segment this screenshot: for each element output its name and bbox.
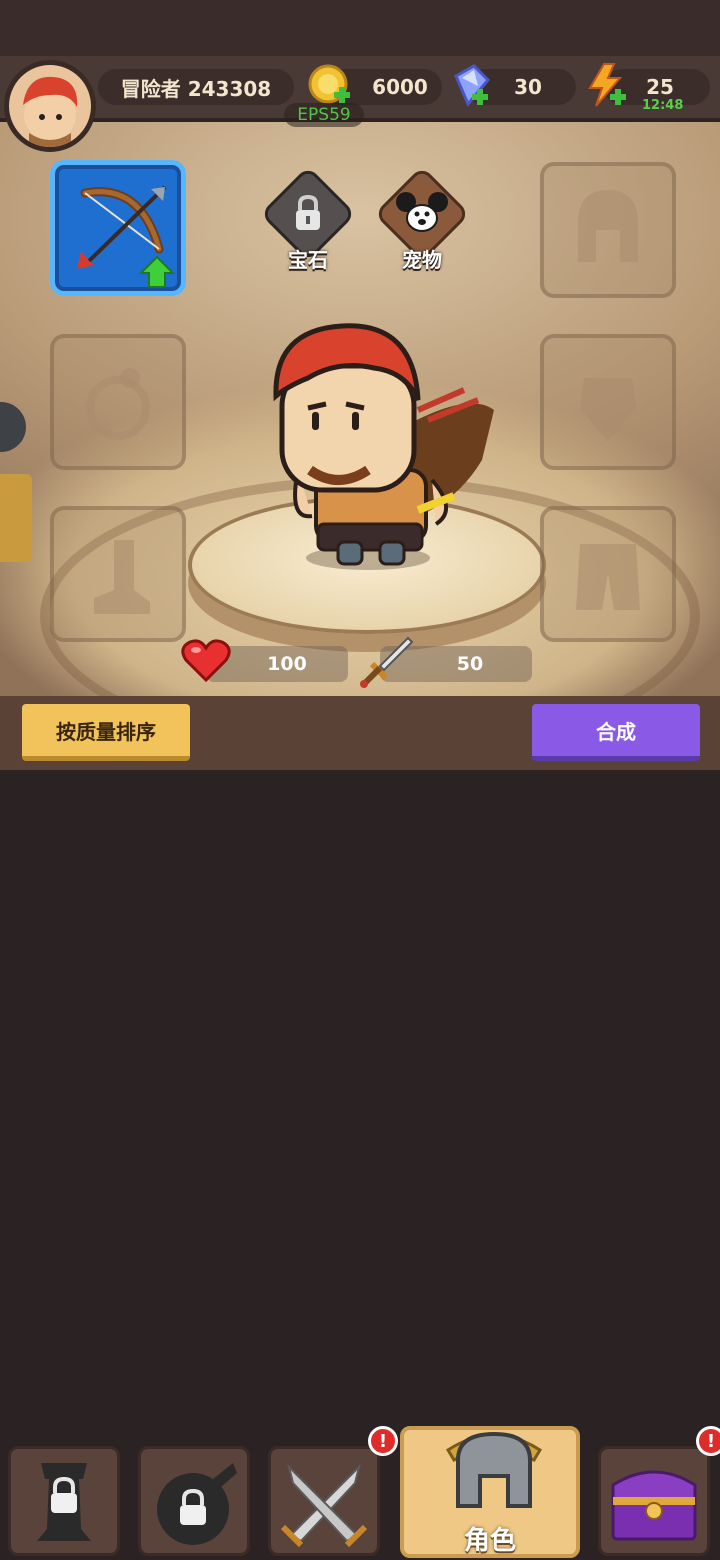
hero-archer-character <box>273 323 494 570</box>
pants-placeholder-icon <box>576 544 640 610</box>
boots-slot[interactable] <box>50 506 186 642</box>
nav-character-label: 角色 <box>463 1526 516 1556</box>
armor-slot[interactable] <box>540 334 676 470</box>
player-name: 冒险者 243308 <box>120 76 272 101</box>
gem-tag[interactable]: 宝石 <box>259 165 357 272</box>
pet-tag[interactable]: 宠物 <box>373 165 471 272</box>
top-band <box>0 0 720 56</box>
energy-bolt-add-icon[interactable] <box>584 62 632 110</box>
knight-helmet-icon <box>445 1431 543 1508</box>
energy-timer: 12:48 <box>642 98 684 113</box>
sort-button-label: 按质量排序 <box>56 719 156 744</box>
inventory-grid <box>0 774 720 1420</box>
gem-add-icon[interactable] <box>448 62 496 110</box>
ring-slot[interactable] <box>50 334 186 470</box>
heart-icon <box>181 639 231 683</box>
pet-label: 宠物 <box>402 248 442 272</box>
coins-value: 6000 <box>372 75 428 99</box>
treasure-chest-icon <box>611 1470 697 1541</box>
sword-icon <box>360 636 414 688</box>
weapon-slot[interactable] <box>50 160 186 296</box>
ring-placeholder-icon <box>86 368 150 440</box>
avatar-portrait-icon <box>23 76 78 147</box>
nav-tab-battle[interactable] <box>268 1446 380 1556</box>
armor-placeholder-icon <box>580 378 636 442</box>
hp-value: 100 <box>267 653 307 675</box>
battle-alert-badge: ! <box>368 1426 398 1456</box>
player-avatar[interactable] <box>4 60 96 152</box>
player-name-pill: 冒险者 243308 <box>98 69 294 105</box>
energy-value: 25 <box>646 75 674 99</box>
mouse-pet-icon <box>396 192 448 232</box>
bomb-lock-icon <box>157 1463 237 1545</box>
tower-lock-icon <box>37 1463 91 1541</box>
gem-label: 宝石 <box>288 248 328 272</box>
merge-button[interactable]: 合成 <box>532 704 700 761</box>
helmet-placeholder-icon <box>578 190 638 262</box>
gems-value: 30 <box>514 75 542 99</box>
bow-upgrade-icon <box>77 185 176 288</box>
nav-tab-treasure[interactable] <box>598 1446 710 1556</box>
boots-placeholder-icon <box>94 540 150 614</box>
nav-tab-bomb-locked[interactable] <box>138 1446 250 1556</box>
sort-by-quality-button[interactable]: 按质量排序 <box>22 704 190 761</box>
attack-value: 50 <box>456 653 484 675</box>
helmet-slot[interactable] <box>540 162 676 298</box>
fps-text: EPS59 <box>297 105 351 125</box>
fps-counter: EPS59 <box>284 103 364 127</box>
nav-tab-tower-locked[interactable] <box>8 1446 120 1556</box>
lock-icon <box>296 194 320 230</box>
nav-tab-character[interactable]: 角色 <box>400 1426 580 1558</box>
side-shop-widget[interactable] <box>0 474 32 562</box>
treasure-alert-badge: ! <box>696 1426 720 1456</box>
crossed-swords-icon <box>280 1463 368 1548</box>
merge-button-label: 合成 <box>596 719 636 744</box>
pants-slot[interactable] <box>540 506 676 642</box>
